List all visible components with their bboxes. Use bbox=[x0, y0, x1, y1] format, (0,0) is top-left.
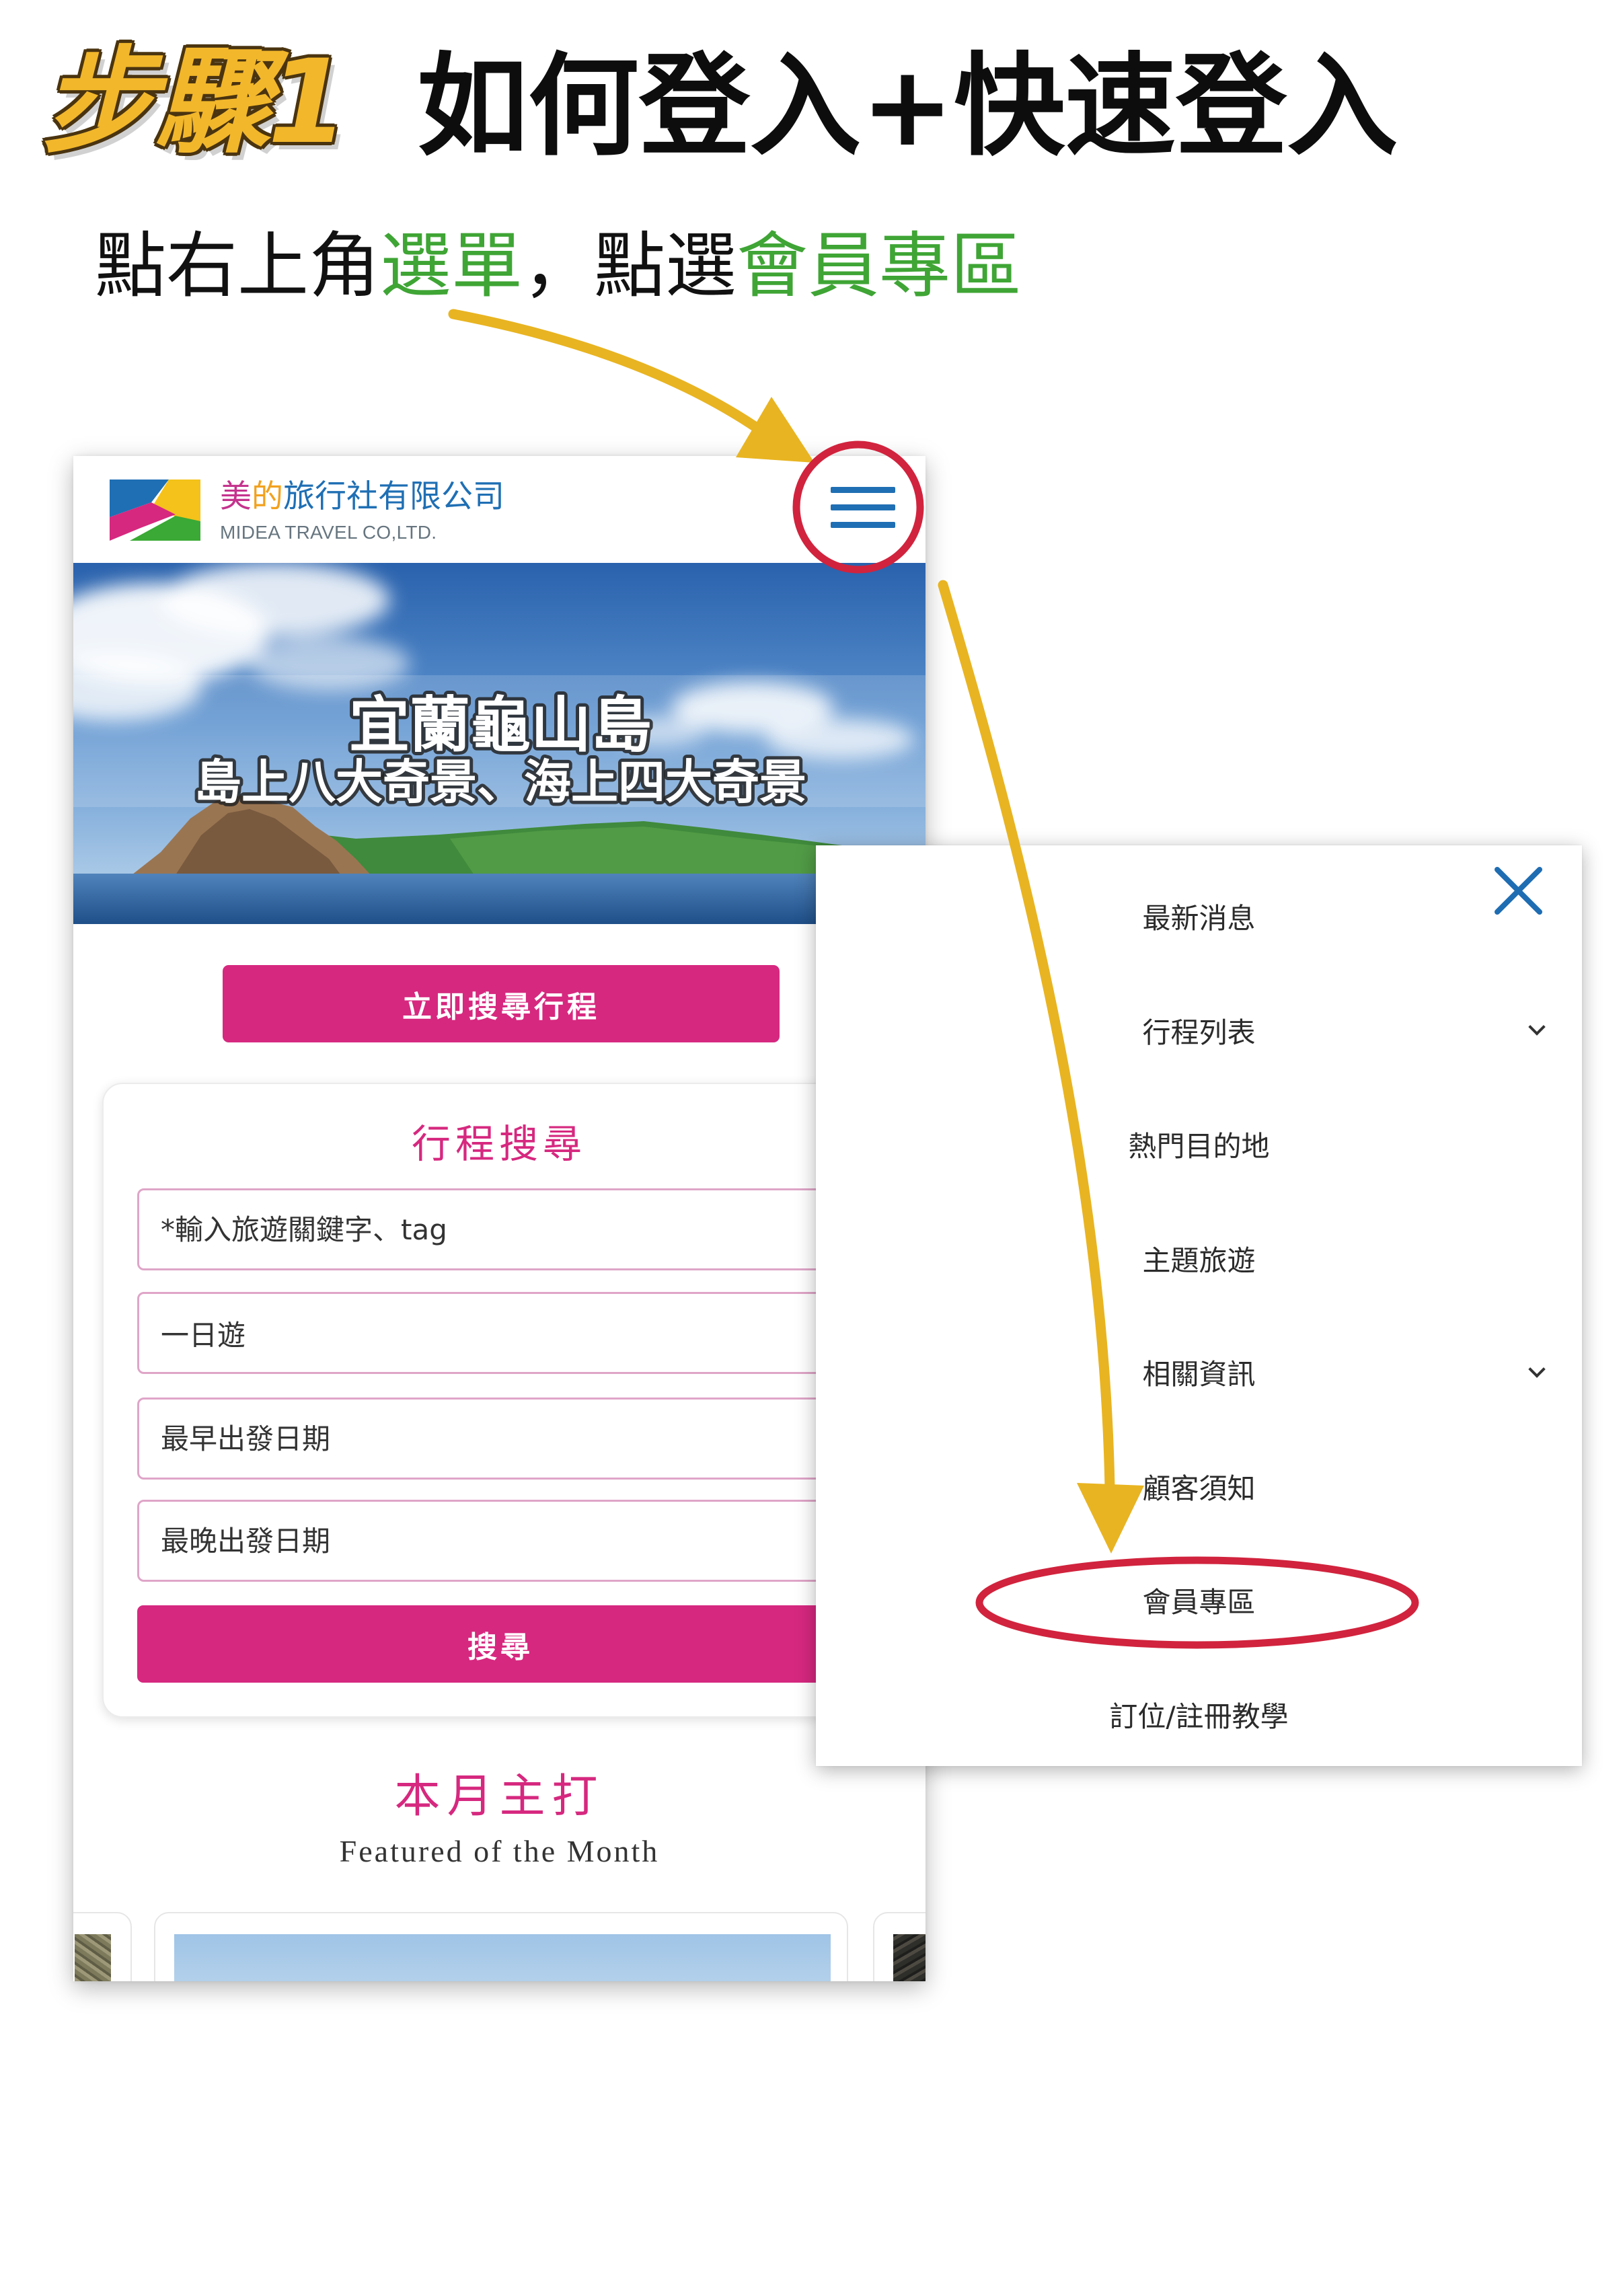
menu-item-label: 訂位/註冊教學 bbox=[1109, 1699, 1289, 1733]
latest-departure-date-input[interactable] bbox=[137, 1500, 864, 1582]
instruction-text: 點右上角 bbox=[95, 225, 380, 307]
menu-item-themed-travel[interactable]: 主題旅遊 bbox=[816, 1202, 1582, 1316]
banner-subtitle: 島上八大奇景、海上四大奇景 bbox=[194, 755, 806, 810]
keyword-input[interactable] bbox=[137, 1188, 864, 1270]
menu-item-popular-destinations[interactable]: 熱門目的地 bbox=[816, 1087, 1582, 1202]
trip-type-select[interactable] bbox=[137, 1292, 864, 1374]
menu-item-customer-notice[interactable]: 顧客須知 bbox=[816, 1430, 1582, 1544]
site-header: 美的旅行社有限公司 MIDEA TRAVEL CO,LTD. bbox=[73, 456, 926, 563]
menu-item-label: 顧客須知 bbox=[1142, 1471, 1256, 1505]
search-form-title: 行程搜尋 bbox=[411, 1121, 587, 1167]
quick-search-button[interactable]: 立即搜尋行程 bbox=[223, 965, 780, 1042]
tour-card-image bbox=[893, 1934, 926, 1981]
tour-card[interactable] bbox=[73, 1912, 132, 1981]
instruction-highlight-member-area: 會員專區 bbox=[737, 225, 1022, 307]
hamburger-bar bbox=[831, 487, 895, 493]
chevron-down-icon[interactable] bbox=[1528, 1018, 1546, 1036]
menu-item-label: 主題旅遊 bbox=[1142, 1243, 1256, 1277]
menu-item-latest-news[interactable]: 最新消息 bbox=[816, 859, 1582, 974]
midea-logo-icon[interactable] bbox=[110, 480, 200, 541]
menu-item-member-area[interactable]: 會員專區 bbox=[816, 1543, 1582, 1658]
menu-item-label: 行程列表 bbox=[1142, 1016, 1256, 1049]
menu-item-label: 相關資訊 bbox=[1142, 1358, 1256, 1391]
featured-title: 本月主打 bbox=[394, 1770, 605, 1823]
menu-list: 最新消息 行程列表 熱門目的地 主題旅遊 相關資訊 顧客須知 會員專區 訂位/註… bbox=[816, 859, 1582, 1771]
company-name-en: MIDEA TRAVEL CO,LTD. bbox=[220, 522, 437, 543]
company-name: 美的旅行社有限公司 bbox=[220, 481, 504, 512]
hamburger-bar bbox=[831, 504, 895, 510]
trip-search-form: 行程搜尋 搜尋 bbox=[102, 1083, 896, 1718]
chevron-down-icon[interactable] bbox=[1528, 1361, 1546, 1378]
tour-card-image bbox=[75, 1934, 111, 1981]
tutorial-heading: 如何登入+快速登入 bbox=[417, 42, 1398, 171]
tour-card[interactable] bbox=[873, 1912, 926, 1981]
company-name-char: 美 bbox=[220, 478, 252, 515]
company-name-rest: 旅行社有限公司 bbox=[283, 478, 504, 515]
navigation-menu-panel: 最新消息 行程列表 熱門目的地 主題旅遊 相關資訊 顧客須知 會員專區 訂位/註… bbox=[816, 845, 1582, 1766]
search-button[interactable]: 搜尋 bbox=[137, 1605, 864, 1683]
annotation-arrowhead bbox=[736, 397, 815, 463]
earliest-departure-date-input[interactable] bbox=[137, 1398, 864, 1480]
tutorial-instruction: 點右上角選單，點選會員專區 bbox=[95, 231, 1022, 302]
menu-item-label: 會員專區 bbox=[1142, 1586, 1256, 1619]
instruction-highlight-menu: 選單 bbox=[380, 225, 523, 307]
banner-slide[interactable]: 宜蘭龜山島 島上八大奇景、海上四大奇景 bbox=[73, 563, 926, 924]
tour-card-image bbox=[174, 1934, 831, 1981]
menu-item-label: 熱門目的地 bbox=[1128, 1130, 1270, 1163]
instruction-text: ，點選 bbox=[523, 225, 737, 307]
step-label: 步驟1 bbox=[42, 34, 348, 169]
phone-screenshot: 美的旅行社有限公司 MIDEA TRAVEL CO,LTD. 宜蘭龜山島 島上八… bbox=[73, 456, 926, 1981]
tour-card[interactable] bbox=[154, 1912, 848, 1981]
menu-item-tour-list[interactable]: 行程列表 bbox=[816, 974, 1582, 1088]
hamburger-bar bbox=[831, 522, 895, 528]
hamburger-menu-icon[interactable] bbox=[831, 487, 895, 529]
menu-item-related-info[interactable]: 相關資訊 bbox=[816, 1315, 1582, 1430]
banner-sea bbox=[73, 874, 926, 924]
menu-item-booking-registration-tutorial[interactable]: 訂位/註冊教學 bbox=[816, 1658, 1582, 1772]
menu-item-label: 最新消息 bbox=[1142, 902, 1256, 935]
banner-title: 宜蘭龜山島 bbox=[349, 690, 652, 761]
featured-subtitle: Featured of the Month bbox=[339, 1834, 660, 1868]
company-name-char: 的 bbox=[252, 478, 283, 515]
annotation-arrow-to-menu-icon bbox=[448, 309, 760, 432]
